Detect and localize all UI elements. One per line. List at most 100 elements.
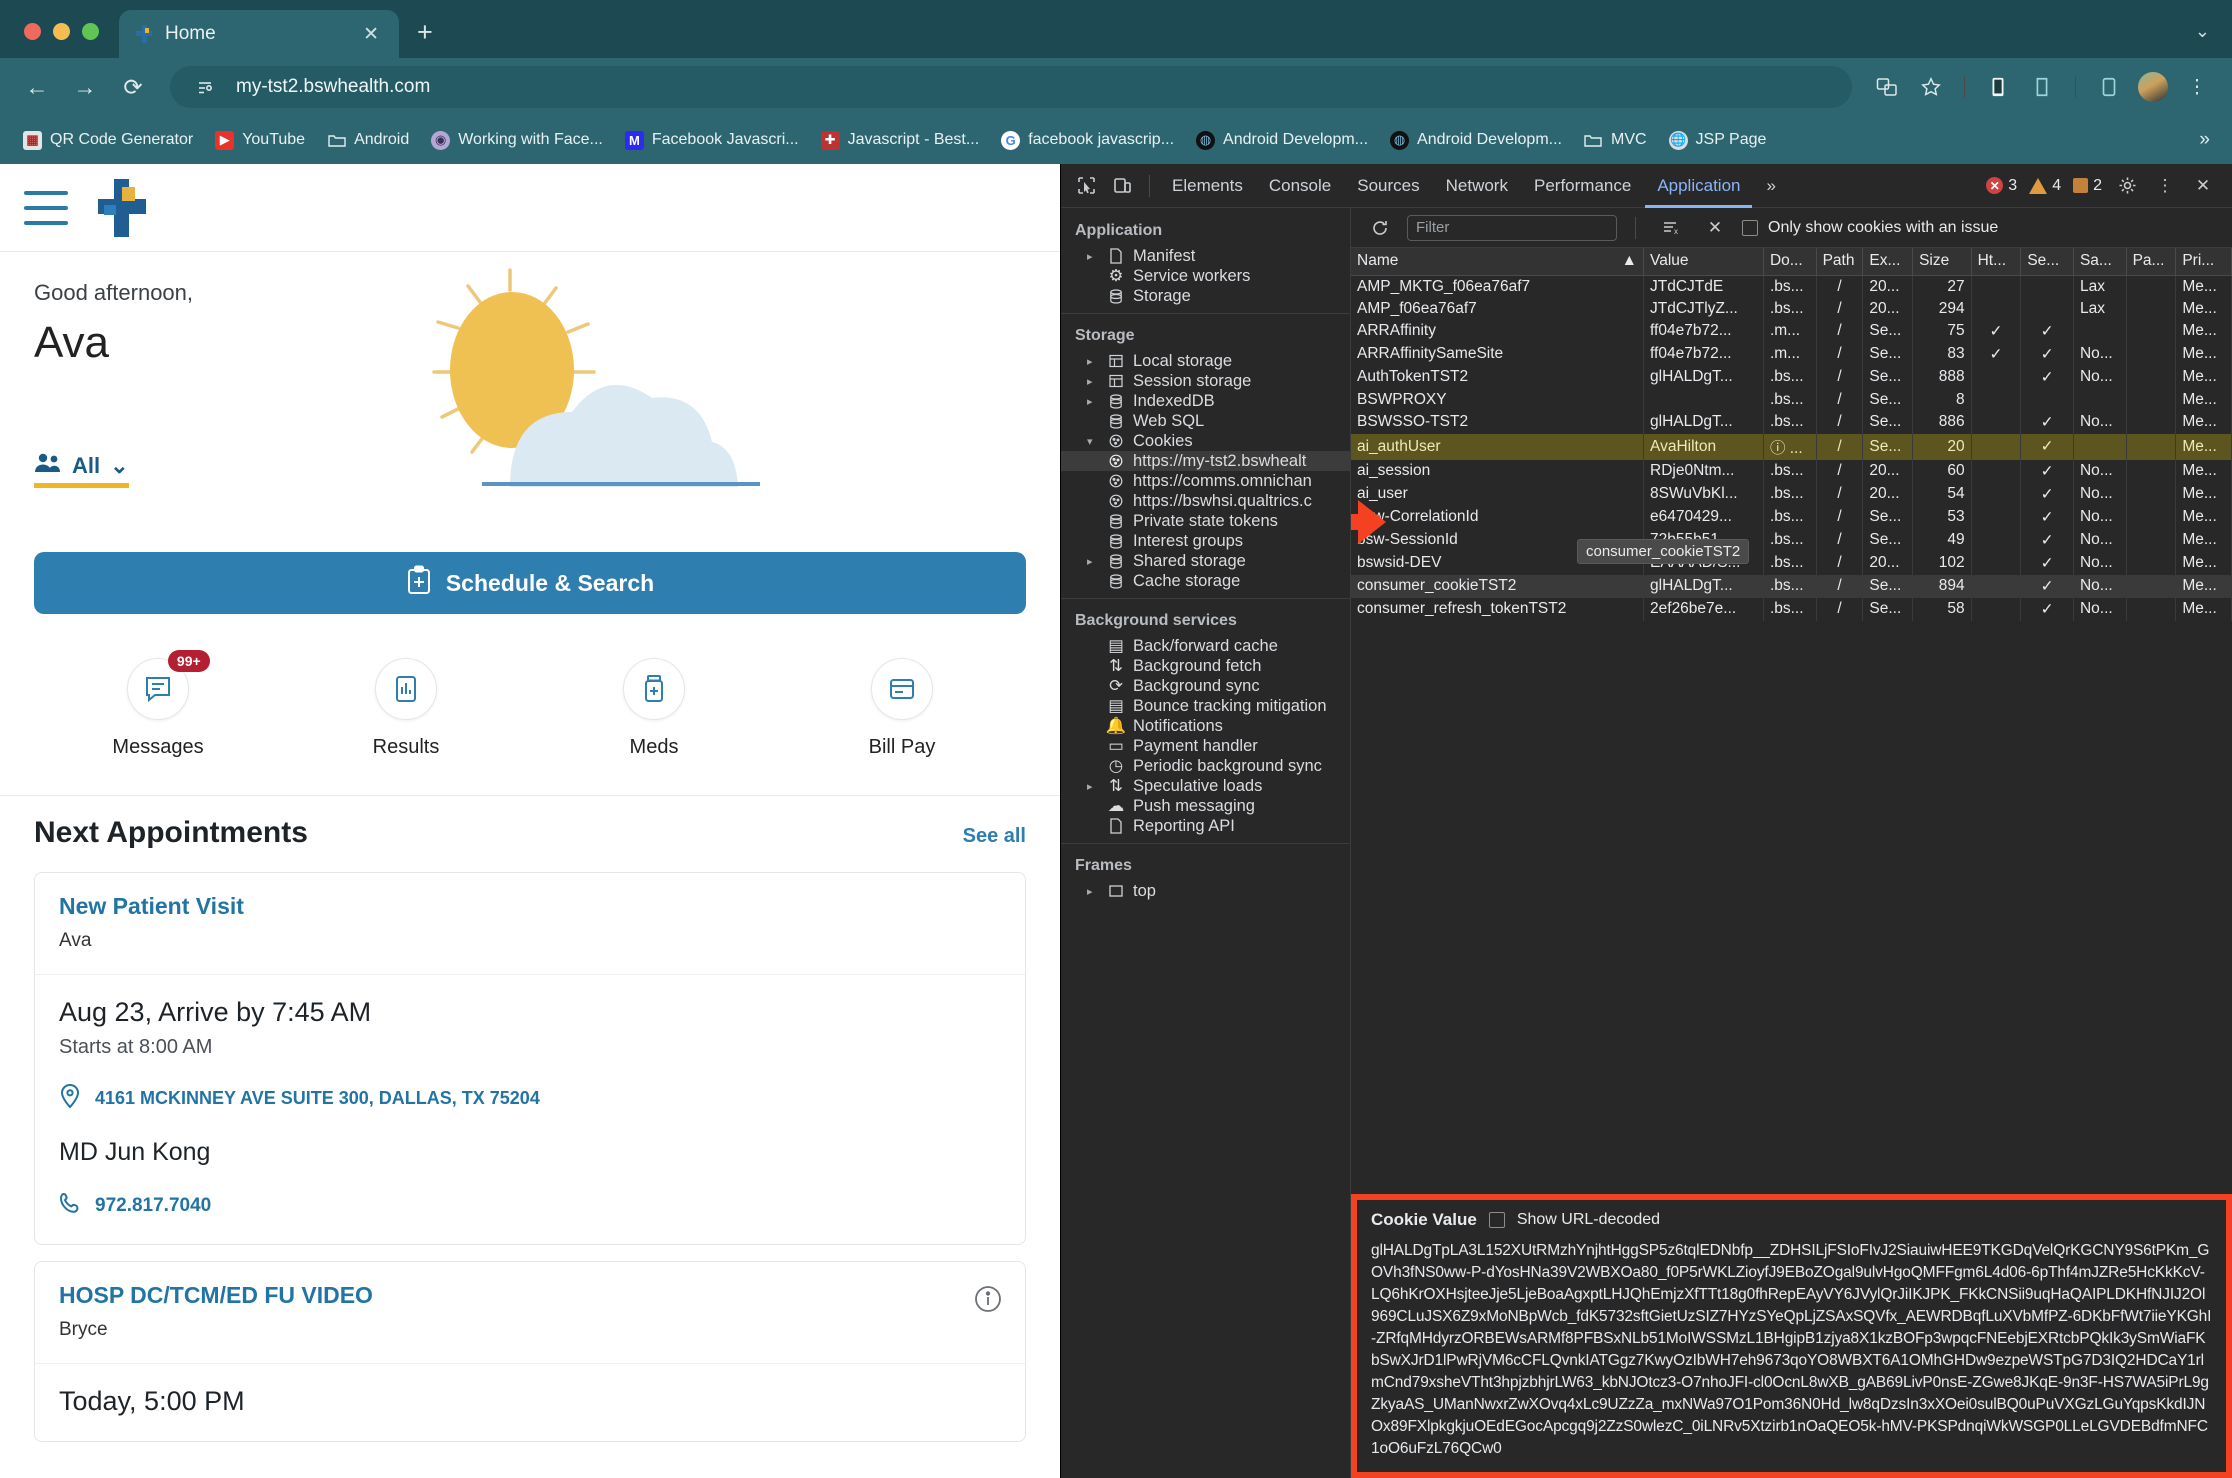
bookmark-item[interactable]: ◉ Working with Face... xyxy=(422,127,612,154)
clear-filter-icon[interactable]: x xyxy=(1654,211,1688,245)
sidebar-item-session-storage[interactable]: ▸ Session storage xyxy=(1061,371,1350,391)
device-toolbar-icon[interactable] xyxy=(1105,169,1139,203)
bookmark-item[interactable]: ▦ QR Code Generator xyxy=(14,127,202,154)
bookmark-item[interactable]: ◍ Android Developm... xyxy=(1381,127,1571,154)
column-header-expires[interactable]: Ex... xyxy=(1863,248,1913,275)
sidebar-item-push-messaging[interactable]: ☁ Push messaging xyxy=(1061,796,1350,816)
bookmark-item[interactable]: M Facebook Javascri... xyxy=(616,127,808,154)
bookmark-star-icon[interactable] xyxy=(1912,68,1950,106)
cookies-table-container[interactable]: Name ▲ Value Do... Path Ex... Size Ht... xyxy=(1351,248,2232,1478)
chevron-down-icon[interactable]: ⌄ xyxy=(2195,21,2232,58)
column-header-partition[interactable]: Pa... xyxy=(2126,248,2176,275)
only-issues-checkbox[interactable] xyxy=(1742,220,1758,236)
table-row[interactable]: bsw-CorrelationIde6470429....bs.../Se...… xyxy=(1351,506,2232,529)
sidebar-item-reporting-api[interactable]: Reporting API xyxy=(1061,816,1350,836)
sidebar-item-payment-handler[interactable]: ▭ Payment handler xyxy=(1061,736,1350,756)
cookie-value-text[interactable]: glHALDgTpLA3L152XUtRMzhYnjhtHggSP5z6tqlE… xyxy=(1371,1240,2212,1460)
sidebar-item-service-workers[interactable]: ⚙ Service workers xyxy=(1061,266,1350,286)
quick-action-messages[interactable]: 99+ Messages xyxy=(34,658,282,759)
table-row[interactable]: ARRAffinitySameSiteff04e7b72....m.../Se.… xyxy=(1351,343,2232,366)
table-row[interactable]: consumer_cookieTST2glHALDgT....bs.../Se.… xyxy=(1351,575,2232,598)
bookmark-item[interactable]: ✚ Javascript - Best... xyxy=(812,127,989,154)
warning-count[interactable]: 4 xyxy=(2025,177,2065,195)
patient-filter-all[interactable]: All ⌄ xyxy=(34,452,129,488)
back-button[interactable]: ← xyxy=(16,66,58,108)
table-row[interactable]: ai_authUserAvaHiltonⓘ .../Se...20✓Me... xyxy=(1351,434,2232,460)
extensions-icon[interactable] xyxy=(2023,68,2061,106)
appointment-address-row[interactable]: 4161 MCKINNEY AVE SUITE 300, DALLAS, TX … xyxy=(59,1083,1001,1114)
forward-button[interactable]: → xyxy=(64,66,106,108)
column-header-domain[interactable]: Do... xyxy=(1763,248,1816,275)
table-row[interactable]: AMP_MKTG_f06ea76af7JTdCJTdE.bs.../20...2… xyxy=(1351,275,2232,298)
appointment-card[interactable]: HOSP DC/TCM/ED FU VIDEO Bryce Today, 5:0… xyxy=(34,1261,1026,1442)
table-row[interactable]: ai_sessionRDje0Ntm....bs.../20...60✓No..… xyxy=(1351,460,2232,483)
sidebar-item-cookies-my-tst2[interactable]: https://my-tst2.bswhealt xyxy=(1061,451,1350,471)
quick-action-meds[interactable]: Meds xyxy=(530,658,778,759)
maximize-window-button[interactable] xyxy=(82,23,99,40)
column-header-priority[interactable]: Pri... xyxy=(2176,248,2232,275)
sidebar-item-speculative-loads[interactable]: ▸ ⇅ Speculative loads xyxy=(1061,776,1350,796)
bookmark-item[interactable]: G facebook javascrip... xyxy=(992,127,1183,154)
chevron-down-icon[interactable]: ▾ xyxy=(1087,435,1099,448)
table-row[interactable]: bsw-SessionId72b55b51-....bs.../Se...49✓… xyxy=(1351,529,2232,552)
chevron-right-icon[interactable]: ▸ xyxy=(1087,375,1099,388)
side-panel-icon[interactable] xyxy=(2090,68,2128,106)
browser-tab-home[interactable]: Home ✕ xyxy=(119,10,399,58)
window-controls[interactable] xyxy=(0,23,119,58)
show-url-decoded-checkbox[interactable] xyxy=(1489,1212,1505,1228)
new-tab-button[interactable]: + xyxy=(417,17,433,48)
table-row[interactable]: BSWSSO-TST2glHALDgT....bs.../Se...886✓No… xyxy=(1351,411,2232,434)
tab-performance[interactable]: Performance xyxy=(1522,164,1643,208)
column-header-size[interactable]: Size xyxy=(1913,248,1972,275)
sidebar-item-back-forward-cache[interactable]: ▤ Back/forward cache xyxy=(1061,636,1350,656)
appointment-type[interactable]: New Patient Visit xyxy=(59,893,1001,920)
chevron-right-icon[interactable]: ▸ xyxy=(1087,355,1099,368)
clear-all-cookies-icon[interactable]: ✕ xyxy=(1698,211,1732,245)
sidebar-item-manifest[interactable]: ▸ Manifest xyxy=(1061,246,1350,266)
minimize-window-button[interactable] xyxy=(53,23,70,40)
appointment-card[interactable]: New Patient Visit Ava Aug 23, Arrive by … xyxy=(34,872,1026,1245)
gear-icon[interactable] xyxy=(2110,169,2144,203)
appointment-type[interactable]: HOSP DC/TCM/ED FU VIDEO xyxy=(59,1282,1001,1309)
sidebar-item-private-state-tokens[interactable]: Private state tokens xyxy=(1061,511,1350,531)
column-header-name[interactable]: Name ▲ xyxy=(1351,248,1644,275)
close-window-button[interactable] xyxy=(24,23,41,40)
table-row[interactable]: consumer_refresh_tokenTST22ef26be7e....b… xyxy=(1351,598,2232,621)
cookie-filter-input[interactable]: Filter xyxy=(1407,215,1617,241)
translate-icon[interactable] xyxy=(1868,68,1906,106)
page-info-icon[interactable] xyxy=(186,68,224,106)
column-header-samesite[interactable]: Sa... xyxy=(2073,248,2126,275)
appointment-phone-row[interactable]: 972.817.7040 xyxy=(59,1191,1001,1220)
tabs-overflow-button[interactable]: » xyxy=(1754,164,1787,208)
chevron-right-icon[interactable]: ▸ xyxy=(1087,395,1099,408)
close-icon[interactable]: ✕ xyxy=(357,23,385,46)
tab-network[interactable]: Network xyxy=(1434,164,1520,208)
sidebar-item-cookies-comms[interactable]: https://comms.omnichan xyxy=(1061,471,1350,491)
close-icon[interactable]: ✕ xyxy=(2186,169,2220,203)
column-header-path[interactable]: Path xyxy=(1816,248,1863,275)
sidebar-item-cookies[interactable]: ▾ Cookies xyxy=(1061,431,1350,451)
quick-action-results[interactable]: Results xyxy=(282,658,530,759)
error-count[interactable]: ✕ 3 xyxy=(1982,177,2021,195)
sidebar-item-background-fetch[interactable]: ⇅ Background fetch xyxy=(1061,656,1350,676)
sidebar-item-interest-groups[interactable]: Interest groups xyxy=(1061,531,1350,551)
kebab-menu-icon[interactable]: ⋮ xyxy=(2148,169,2182,203)
kebab-menu-icon[interactable]: ⋮ xyxy=(2178,68,2216,106)
bookmarks-overflow-button[interactable]: » xyxy=(2199,129,2218,151)
bookmark-item[interactable]: Android xyxy=(318,127,418,154)
refresh-icon[interactable] xyxy=(1363,211,1397,245)
sidebar-item-cookies-qualtrics[interactable]: https://bswhsi.qualtrics.c xyxy=(1061,491,1350,511)
tab-elements[interactable]: Elements xyxy=(1160,164,1255,208)
chevron-right-icon[interactable]: ▸ xyxy=(1087,250,1099,263)
column-header-httponly[interactable]: Ht... xyxy=(1971,248,2021,275)
profile-avatar[interactable] xyxy=(2134,68,2172,106)
inspect-element-icon[interactable] xyxy=(1069,169,1103,203)
sidebar-item-shared-storage[interactable]: ▸ Shared storage xyxy=(1061,551,1350,571)
address-bar[interactable]: my-tst2.bswhealth.com xyxy=(170,66,1852,108)
see-all-link[interactable]: See all xyxy=(963,825,1026,848)
info-icon[interactable] xyxy=(973,1284,1003,1319)
table-row[interactable]: AMP_f06ea76af7JTdCJTlyZ....bs.../20...29… xyxy=(1351,298,2232,320)
bookmark-item[interactable]: ▶ YouTube xyxy=(206,127,314,154)
sidebar-item-background-sync[interactable]: ⟳ Background sync xyxy=(1061,676,1350,696)
sidebar-item-bounce-tracking-mitigation[interactable]: ▤ Bounce tracking mitigation xyxy=(1061,696,1350,716)
